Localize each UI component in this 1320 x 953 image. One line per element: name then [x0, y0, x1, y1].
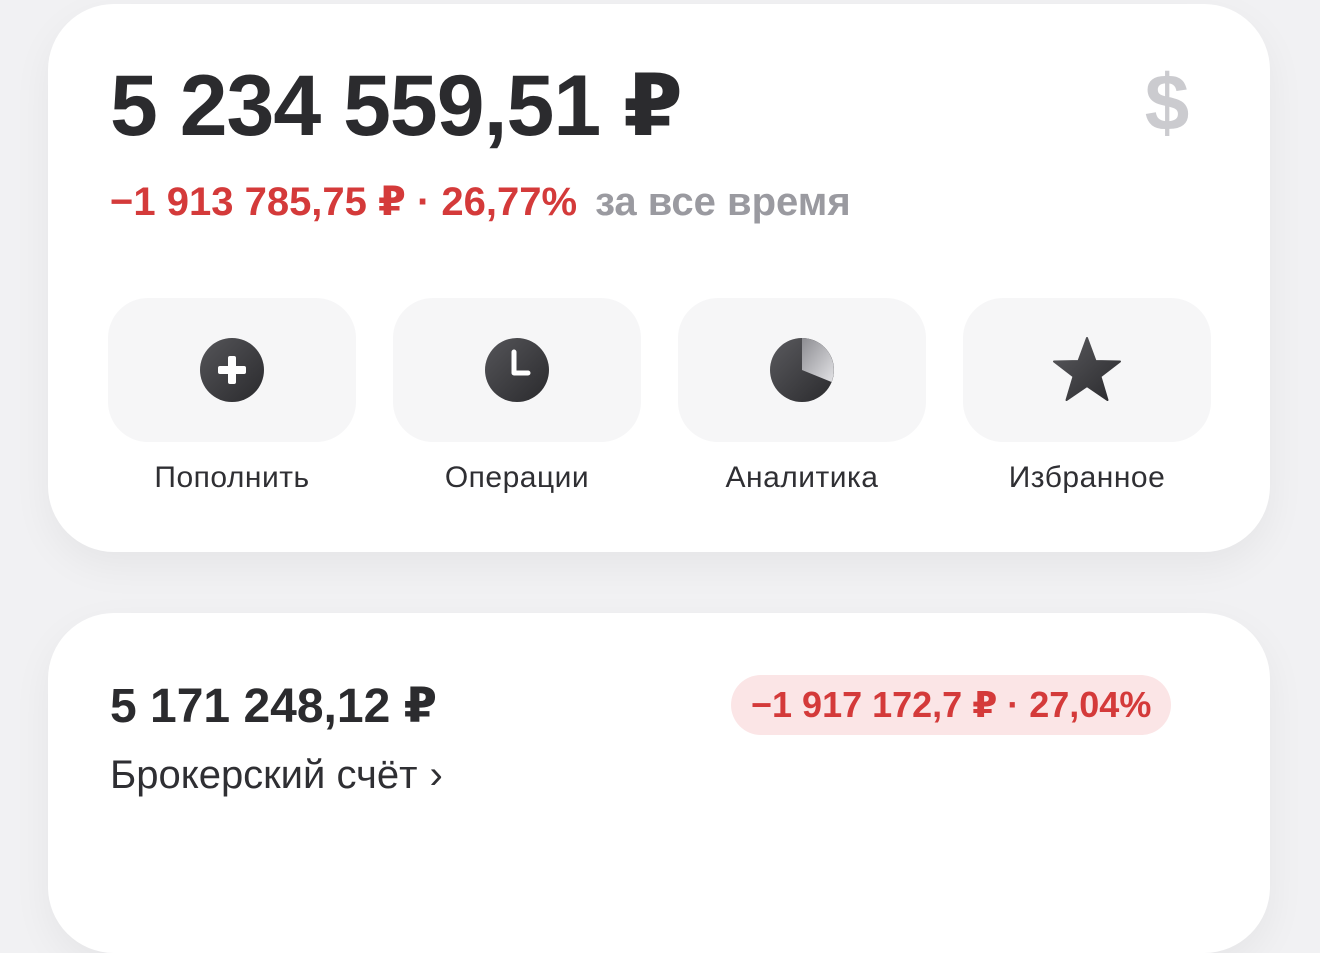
- broker-account-card[interactable]: 5 171 248,12 ₽ −1 917 172,7 ₽ · 27,04% Б…: [48, 613, 1270, 953]
- action-analytics[interactable]: Аналитика: [678, 298, 926, 496]
- action-deposit-label: Пополнить: [154, 461, 310, 494]
- portfolio-change-period: за все время: [595, 180, 851, 224]
- action-operations-label: Операции: [444, 461, 590, 494]
- account-amount: 5 171 248,12 ₽: [110, 680, 437, 733]
- portfolio-summary-card: 5 234 559,51 ₽ $ −1 913 785,75 ₽ · 26,77…: [48, 4, 1270, 552]
- portfolio-change: −1 913 785,75 ₽ · 26,77% за все время: [110, 176, 851, 228]
- account-name-link[interactable]: Брокерский счёт ›: [110, 751, 443, 799]
- action-deposit-tile[interactable]: [108, 298, 356, 442]
- plus-circle-icon: [198, 336, 266, 404]
- action-deposit[interactable]: Пополнить: [108, 298, 356, 496]
- quick-actions: Пополнить Операции Аналитика Избранное: [108, 298, 1212, 498]
- account-change-badge: −1 917 172,7 ₽ · 27,04%: [731, 675, 1172, 735]
- account-name: Брокерский счёт: [110, 753, 418, 797]
- portfolio-total: 5 234 559,51 ₽: [110, 58, 683, 154]
- action-analytics-label: Аналитика: [725, 461, 879, 494]
- clock-icon: [483, 336, 551, 404]
- action-analytics-tile[interactable]: [678, 298, 926, 442]
- star-icon: [1051, 336, 1123, 404]
- action-favorites-label: Избранное: [1008, 461, 1166, 494]
- action-favorites-tile[interactable]: [963, 298, 1211, 442]
- action-favorites[interactable]: Избранное: [963, 298, 1211, 496]
- action-operations-tile[interactable]: [393, 298, 641, 442]
- chevron-right-icon: ›: [429, 753, 443, 797]
- action-operations[interactable]: Операции: [393, 298, 641, 496]
- portfolio-change-value: −1 913 785,75 ₽ · 26,77%: [110, 180, 578, 224]
- currency-toggle-icon[interactable]: $: [1132, 58, 1202, 148]
- pie-chart-icon: [768, 336, 836, 404]
